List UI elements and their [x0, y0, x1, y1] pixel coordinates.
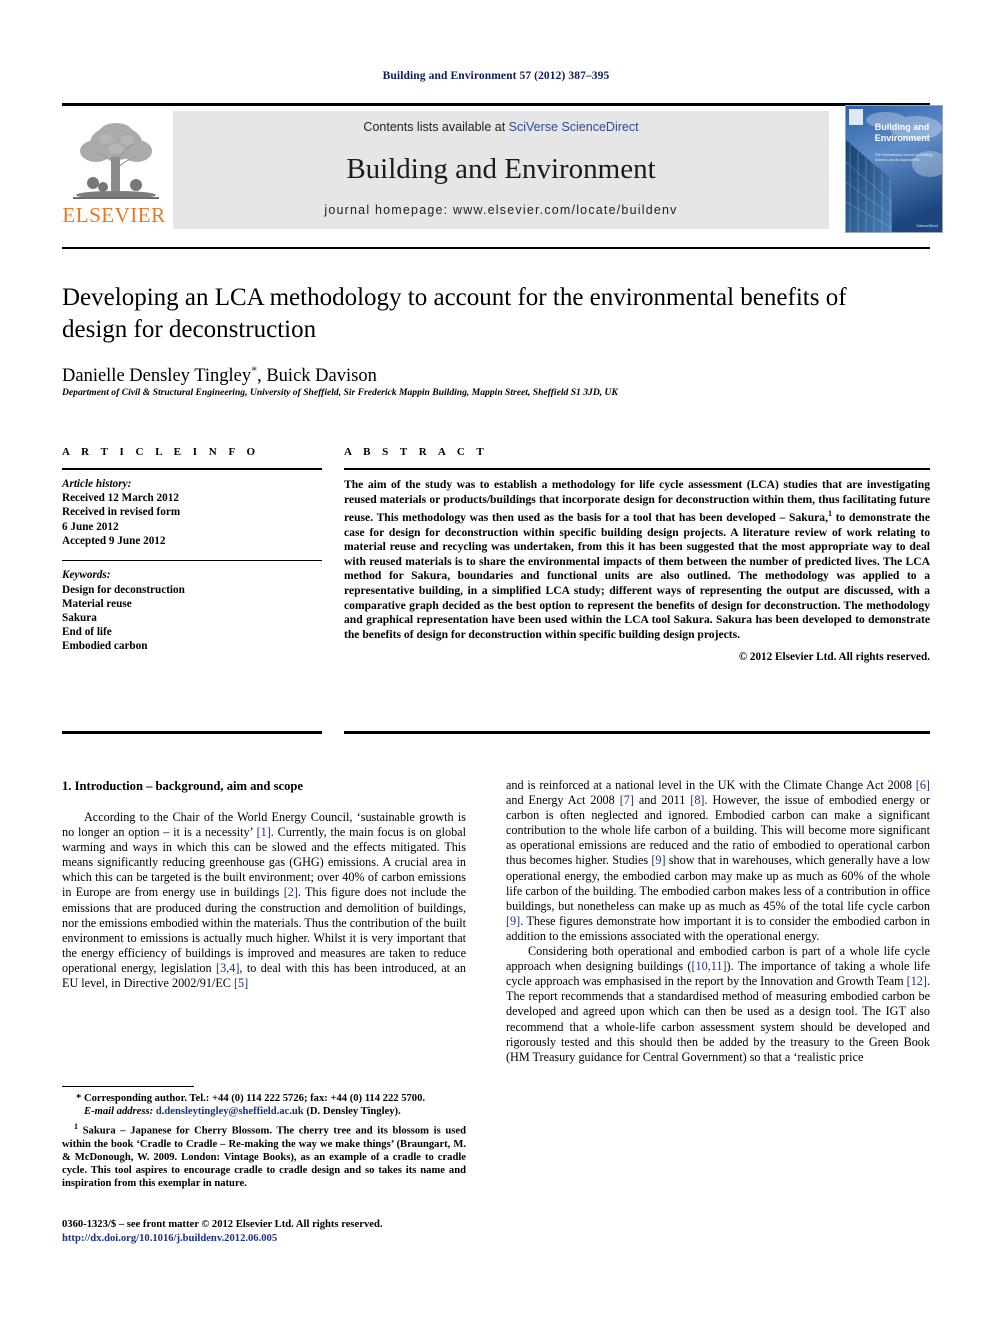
article-info-bottom-rule — [62, 731, 322, 734]
running-head: Building and Environment 57 (2012) 387–3… — [382, 70, 610, 82]
cover-subtitle: The International Journal of Building Sc… — [874, 152, 933, 162]
abstract-rule — [344, 468, 930, 470]
sciencedirect-link[interactable]: SciVerse ScienceDirect — [509, 120, 639, 134]
footnotes-block: * Corresponding author. Tel.: +44 (0) 11… — [62, 1086, 466, 1190]
paragraph-intro-right-2: Considering both operational and embodie… — [506, 944, 930, 1065]
citation-ref[interactable]: [12] — [907, 974, 927, 988]
citation-ref[interactable]: [5] — [234, 976, 248, 990]
footnote-marker-one: 1 — [74, 1122, 78, 1132]
email-label: E-mail address: — [84, 1106, 154, 1118]
journal-article-page: Building and Environment 57 (2012) 387–3… — [0, 0, 992, 1323]
keyword-item: Material reuse — [62, 597, 132, 610]
keyword-item: End of life — [62, 626, 112, 639]
citation-ref[interactable]: [9] — [506, 914, 520, 928]
footnote-divider — [62, 1086, 194, 1088]
page-title: Developing an LCA methodology to account… — [62, 284, 847, 343]
affiliation: Department of Civil & Structural Enginee… — [62, 387, 618, 398]
article-history-label: Article history: — [62, 478, 132, 490]
elsevier-tree-icon — [70, 113, 162, 201]
contents-available-line: Contents lists available at SciVerse Sci… — [173, 120, 829, 134]
paragraph-intro-right-1: and is reinforced at a national level in… — [506, 778, 930, 944]
journal-title: Building and Environment — [346, 153, 656, 185]
footnote-corresponding-text: Corresponding author. Tel.: +44 (0) 114 … — [81, 1093, 426, 1105]
paragraph-intro-left: According to the Chair of the World Ener… — [62, 810, 466, 991]
citation-ref[interactable]: [7] — [620, 793, 634, 807]
citation-ref[interactable]: [8] — [690, 793, 704, 807]
abstract-heading: A B S T R A C T — [344, 446, 489, 458]
keywords-block: Keywords: Design for deconstruction Mate… — [62, 568, 322, 653]
article-info-column: A R T I C L E I N F O Article history: R… — [62, 446, 322, 654]
author-secondary: , Buick Davison — [257, 366, 377, 387]
abstract-copyright: © 2012 Elsevier Ltd. All rights reserved… — [738, 651, 930, 664]
keyword-item: Embodied carbon — [62, 640, 148, 653]
citation-ref[interactable]: [3,4] — [216, 961, 239, 975]
history-item: Accepted 9 June 2012 — [62, 534, 166, 547]
masthead-top-rule — [62, 103, 930, 106]
citation-ref[interactable]: [2] — [284, 885, 298, 899]
keywords-divider — [62, 560, 322, 562]
email-link[interactable]: d.densleytingley@sheffield.ac.uk — [156, 1106, 304, 1117]
keywords-label: Keywords: — [62, 569, 111, 582]
journal-cover-thumbnail: Building and Environment The Internationa… — [845, 105, 943, 233]
doi-link[interactable]: http://dx.doi.org/10.1016/j.buildenv.201… — [62, 1232, 562, 1246]
text-run: and 2011 — [633, 793, 691, 808]
article-info-rule — [62, 468, 322, 470]
section-heading-introduction: 1. Introduction – background, aim and sc… — [62, 779, 303, 793]
article-history: Article history: Received 12 March 2012 … — [62, 477, 322, 548]
citation-ref[interactable]: [1] — [257, 825, 271, 839]
author-primary: Danielle Densley Tingley — [62, 366, 252, 387]
keyword-item: Sakura — [62, 612, 97, 625]
page-footer: 0360-1323/$ – see front matter © 2012 El… — [62, 1218, 562, 1246]
footnote-email-line: E-mail address: d.densleytingley@sheffie… — [62, 1105, 466, 1118]
citation-ref[interactable]: [10,11] — [691, 959, 726, 973]
footnote-corresponding-author: * Corresponding author. Tel.: +44 (0) 11… — [62, 1092, 466, 1118]
history-item: Received 12 March 2012 — [62, 492, 179, 505]
text-run: and is reinforced at a national level in… — [506, 778, 916, 792]
footnote-marker-asterisk: * — [76, 1093, 82, 1105]
contents-prefix: Contents lists available at — [363, 120, 509, 134]
citation-ref[interactable]: [6] — [916, 778, 930, 792]
author-list: Danielle Densley Tingley*, Buick Davison — [62, 358, 892, 388]
issn-copyright-line: 0360-1323/$ – see front matter © 2012 El… — [62, 1219, 383, 1230]
cover-footer-mark: ScienceDirect — [916, 224, 938, 228]
history-item: Received in revised form — [62, 506, 181, 519]
footnote-sakura-text: Sakura – Japanese for Cherry Blossom. Th… — [62, 1125, 466, 1189]
elsevier-logo: ELSEVIER — [62, 111, 166, 229]
title-section-rule — [62, 247, 930, 249]
body-column-right: and is reinforced at a national level in… — [506, 778, 930, 1065]
masthead-banner: Contents lists available at SciVerse Sci… — [173, 111, 829, 229]
text-run: . These figures demonstrate how importan… — [506, 913, 930, 943]
email-owner: (D. Densley Tingley). — [303, 1106, 401, 1118]
citation-ref[interactable]: [9] — [651, 853, 665, 867]
journal-masthead: ELSEVIER Contents lists available at Sci… — [62, 103, 943, 233]
abstract-text: The aim of the study was to establish a … — [344, 478, 930, 642]
body-column-left: 1. Introduction – background, aim and sc… — [62, 778, 466, 991]
keyword-item: Design for deconstruction — [62, 583, 185, 596]
text-run: and Energy Act 2008 — [506, 793, 620, 808]
abstract-bottom-rule — [344, 731, 930, 734]
footnote-sakura-note: 1 Sakura – Japanese for Cherry Blossom. … — [62, 1120, 466, 1190]
abstract-part-2: to demonstrate the case for design for d… — [344, 511, 930, 641]
article-info-heading: A R T I C L E I N F O — [62, 446, 260, 458]
abstract-column: A B S T R A C T The aim of the study was… — [344, 446, 930, 663]
history-item: 6 June 2012 — [62, 520, 119, 533]
cover-publisher-badge — [849, 109, 863, 125]
cover-journal-title: Building and Environment — [874, 122, 930, 144]
elsevier-wordmark: ELSEVIER — [62, 203, 166, 227]
journal-homepage-link[interactable]: journal homepage: www.elsevier.com/locat… — [173, 203, 829, 217]
